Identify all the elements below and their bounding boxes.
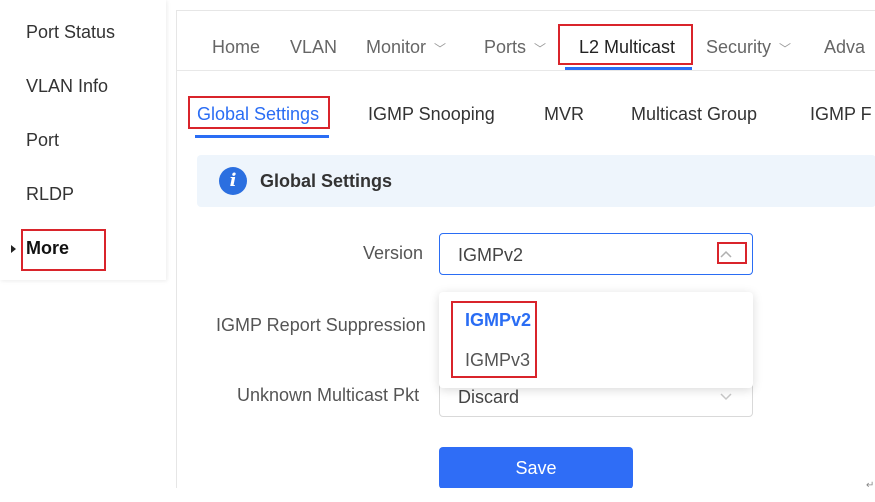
sidebar-item-more[interactable]: More xyxy=(26,238,69,259)
sidebar: Port Status VLAN Info Port RLDP More xyxy=(0,0,166,280)
section-header: i Global Settings xyxy=(197,155,875,207)
tab-global-settings[interactable]: Global Settings xyxy=(197,104,319,125)
version-select-value: IGMPv2 xyxy=(458,245,524,265)
unknown-multicast-value: Discard xyxy=(458,387,520,407)
section-title: Global Settings xyxy=(260,171,393,191)
nav-security[interactable]: Security ﹀ xyxy=(706,37,791,58)
tab-mvr[interactable]: MVR xyxy=(544,104,584,125)
option-igmpv2[interactable]: IGMPv2 xyxy=(465,310,531,331)
unknown-multicast-label: Unknown Multicast Pkt xyxy=(237,385,420,405)
option-igmpv3[interactable]: IGMPv3 xyxy=(465,350,530,371)
sidebar-item-vlan-info[interactable]: VLAN Info xyxy=(26,76,108,97)
tab-multicast-group[interactable]: Multicast Group xyxy=(631,104,757,125)
version-dropdown: IGMPv2 IGMPv3 xyxy=(439,292,753,388)
version-label: Version xyxy=(363,243,424,263)
chevron-down-icon: ﹀ xyxy=(534,42,547,56)
version-select[interactable]: IGMPv2 xyxy=(439,233,753,275)
nav-vlan[interactable]: VLAN xyxy=(290,37,337,58)
save-button[interactable]: Save xyxy=(439,447,633,488)
nav-ports[interactable]: Ports ﹀ xyxy=(484,37,546,58)
app-window: Port Status VLAN Info Port RLDP More Hom… xyxy=(0,0,875,502)
nav-home[interactable]: Home xyxy=(212,37,260,58)
main-panel: Home VLAN Monitor ﹀ Ports ﹀ L2 Multicast S… xyxy=(176,10,875,488)
tab-igmp-snooping[interactable]: IGMP Snooping xyxy=(368,104,495,125)
chevron-down-icon: ﹀ xyxy=(434,42,447,56)
sidebar-item-rldp[interactable]: RLDP xyxy=(26,184,74,205)
nav-l2-multicast[interactable]: L2 Multicast xyxy=(579,37,675,58)
chevron-down-icon: ﹀ xyxy=(779,42,792,56)
top-navigation: Home VLAN Monitor ﹀ Ports ﹀ L2 Multicast S… xyxy=(177,11,875,71)
tab-active-indicator xyxy=(195,135,329,138)
caret-right-icon xyxy=(11,245,16,253)
nav-active-indicator xyxy=(565,67,692,70)
sidebar-item-port[interactable]: Port xyxy=(26,130,59,151)
nav-monitor[interactable]: Monitor ﹀ xyxy=(366,37,446,58)
nav-advanced[interactable]: Adva xyxy=(824,37,865,58)
tab-igmp-filter[interactable]: IGMP F xyxy=(810,104,872,125)
report-suppression-label: IGMP Report Suppression xyxy=(216,315,426,335)
info-icon: i xyxy=(219,167,247,195)
return-mark: ↵ xyxy=(866,480,875,491)
chevron-up-icon xyxy=(720,250,732,258)
chevron-down-icon xyxy=(720,393,732,401)
sidebar-item-port-status[interactable]: Port Status xyxy=(26,22,115,43)
